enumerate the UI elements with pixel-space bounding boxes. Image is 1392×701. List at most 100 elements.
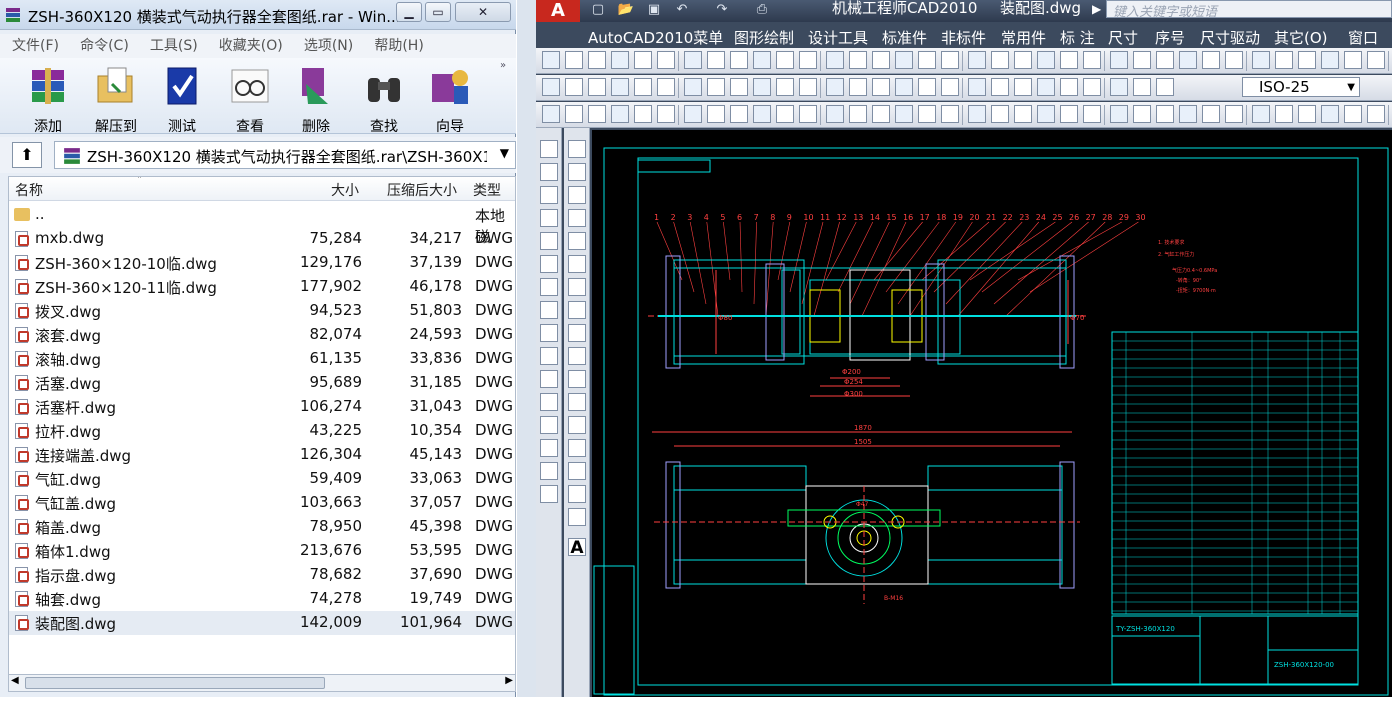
annotate-tool-icon[interactable] bbox=[634, 105, 652, 123]
text-tool-icon[interactable]: A bbox=[568, 538, 586, 557]
winrar-title-bar[interactable]: ZSH-360X120 横装式气动执行器全套图纸.rar - Win... ▁ … bbox=[0, 0, 516, 30]
column-size[interactable]: 大小 bbox=[331, 180, 359, 200]
annotate-tool-icon[interactable] bbox=[1225, 105, 1243, 123]
draw-tool-icon[interactable] bbox=[657, 78, 675, 96]
draw-tool-icon[interactable] bbox=[968, 78, 986, 96]
draw-tool-icon[interactable] bbox=[568, 278, 586, 296]
annotate-tool-icon[interactable] bbox=[565, 105, 583, 123]
modify-tool-icon[interactable] bbox=[540, 163, 558, 181]
draw-tool-icon[interactable] bbox=[568, 416, 586, 434]
wizard-button[interactable]: 向导 bbox=[420, 62, 480, 135]
open-folder-icon[interactable]: 📂 bbox=[616, 2, 636, 20]
modify-tool-icon[interactable] bbox=[540, 301, 558, 319]
annotate-tool-icon[interactable] bbox=[611, 105, 629, 123]
menu-size[interactable]: 尺寸 bbox=[1108, 27, 1138, 48]
tool-button-icon[interactable] bbox=[826, 51, 844, 69]
annotate-tool-icon[interactable] bbox=[588, 105, 606, 123]
modify-tool-icon[interactable] bbox=[540, 370, 558, 388]
modify-tool-icon[interactable] bbox=[540, 485, 558, 503]
list-item[interactable]: 滚套.dwg 82,074 24,593 DWG bbox=[9, 323, 515, 347]
tool-button-icon[interactable] bbox=[991, 51, 1009, 69]
draw-tool-icon[interactable] bbox=[568, 163, 586, 181]
annotate-tool-icon[interactable] bbox=[991, 105, 1009, 123]
scroll-thumb[interactable] bbox=[25, 677, 325, 689]
draw-tool-icon[interactable] bbox=[1133, 78, 1151, 96]
undo-icon[interactable]: ↶ bbox=[672, 2, 692, 20]
draw-tool-icon[interactable] bbox=[611, 78, 629, 96]
annotate-tool-icon[interactable] bbox=[1060, 105, 1078, 123]
annotate-tool-icon[interactable] bbox=[872, 105, 890, 123]
draw-tool-icon[interactable] bbox=[568, 439, 586, 457]
list-item[interactable]: 气缸.dwg 59,409 33,063 DWG bbox=[9, 467, 515, 491]
plot-icon[interactable]: ⎙ bbox=[752, 2, 772, 20]
list-item[interactable]: 箱盖.dwg 78,950 45,398 DWG bbox=[9, 515, 515, 539]
annotate-tool-icon[interactable] bbox=[1156, 105, 1174, 123]
annotate-tool-icon[interactable] bbox=[968, 105, 986, 123]
draw-tool-icon[interactable] bbox=[776, 78, 794, 96]
menu-standard-parts[interactable]: 标准件 bbox=[882, 27, 927, 48]
modify-tool-icon[interactable] bbox=[540, 393, 558, 411]
column-packed[interactable]: 压缩后大小 bbox=[387, 180, 457, 200]
annotate-tool-icon[interactable] bbox=[895, 105, 913, 123]
menu-size-drive[interactable]: 尺寸驱动 bbox=[1200, 27, 1260, 48]
list-item[interactable]: 连接端盖.dwg 126,304 45,143 DWG bbox=[9, 443, 515, 467]
draw-tool-icon[interactable] bbox=[568, 485, 586, 503]
drawing-canvas[interactable]: 1 2 3 4 5 6 7 8 9 10 11 12 13 14 15 16 17 18 19 20 21 22 23 24 2… bbox=[592, 130, 1392, 697]
close-button[interactable]: ✕ bbox=[455, 2, 511, 22]
menu-autocad2010[interactable]: AutoCAD2010菜单 bbox=[588, 27, 723, 48]
list-item[interactable]: 活塞.dwg 95,689 31,185 DWG bbox=[9, 371, 515, 395]
tool-button-icon[interactable] bbox=[1179, 51, 1197, 69]
tool-button-icon[interactable] bbox=[1014, 51, 1032, 69]
menu-dimension[interactable]: 标 注 bbox=[1060, 27, 1095, 48]
tool-button-icon[interactable] bbox=[1202, 51, 1220, 69]
draw-tool-icon[interactable] bbox=[568, 140, 586, 158]
annotate-tool-icon[interactable] bbox=[657, 105, 675, 123]
view-button[interactable]: 查看 bbox=[220, 62, 280, 135]
menu-window[interactable]: 窗口 bbox=[1348, 27, 1378, 48]
annotate-tool-icon[interactable] bbox=[1179, 105, 1197, 123]
draw-tool-icon[interactable] bbox=[568, 370, 586, 388]
draw-tool-icon[interactable] bbox=[1156, 78, 1174, 96]
tool-button-icon[interactable] bbox=[565, 51, 583, 69]
menu-common-parts[interactable]: 常用件 bbox=[1001, 27, 1046, 48]
new-file-icon[interactable]: ▢ bbox=[588, 2, 608, 20]
list-item-parent[interactable]: .. 本地磁 bbox=[9, 203, 515, 246]
toolbar-overflow-icon[interactable]: » bbox=[500, 60, 506, 71]
list-item[interactable]: ZSH-360×120-11临.dwg 177,902 46,178 DWG bbox=[9, 275, 515, 299]
delete-button[interactable]: 删除 bbox=[286, 62, 346, 135]
extract-to-button[interactable]: 解压到 bbox=[86, 62, 146, 135]
expand-arrow-icon[interactable]: ▶ bbox=[1092, 2, 1101, 16]
chevron-down-icon[interactable]: ▼ bbox=[500, 146, 509, 160]
draw-tool-icon[interactable] bbox=[1060, 78, 1078, 96]
draw-tool-icon[interactable] bbox=[918, 78, 936, 96]
annotate-tool-icon[interactable] bbox=[1037, 105, 1055, 123]
draw-tool-icon[interactable] bbox=[895, 78, 913, 96]
annotate-tool-icon[interactable] bbox=[1321, 105, 1339, 123]
draw-tool-icon[interactable] bbox=[707, 78, 725, 96]
tool-button-icon[interactable] bbox=[753, 51, 771, 69]
draw-tool-icon[interactable] bbox=[730, 78, 748, 96]
minimize-button[interactable]: ▁ bbox=[396, 2, 422, 22]
menu-options[interactable]: 选项(N) bbox=[304, 34, 353, 58]
tool-button-icon[interactable] bbox=[611, 51, 629, 69]
redo-icon[interactable]: ↷ bbox=[712, 2, 732, 20]
menu-draw[interactable]: 图形绘制 bbox=[734, 27, 794, 48]
save-icon[interactable]: ▣ bbox=[644, 2, 664, 20]
tool-button-icon[interactable] bbox=[776, 51, 794, 69]
annotate-tool-icon[interactable] bbox=[1133, 105, 1151, 123]
restore-button[interactable]: ▭ bbox=[425, 2, 451, 22]
draw-tool-icon[interactable] bbox=[568, 462, 586, 480]
annotate-tool-icon[interactable] bbox=[776, 105, 794, 123]
modify-tool-icon[interactable] bbox=[540, 439, 558, 457]
draw-tool-icon[interactable] bbox=[568, 255, 586, 273]
annotate-tool-icon[interactable] bbox=[941, 105, 959, 123]
draw-tool-icon[interactable] bbox=[1037, 78, 1055, 96]
tool-button-icon[interactable] bbox=[1037, 51, 1055, 69]
menu-favorites[interactable]: 收藏夹(O) bbox=[219, 34, 283, 58]
draw-tool-icon[interactable] bbox=[849, 78, 867, 96]
menu-sequence[interactable]: 序号 bbox=[1155, 27, 1185, 48]
column-name[interactable]: 名称 bbox=[15, 180, 43, 200]
menu-tools[interactable]: 工具(S) bbox=[150, 34, 198, 58]
draw-tool-icon[interactable] bbox=[568, 301, 586, 319]
annotate-tool-icon[interactable] bbox=[1275, 105, 1293, 123]
